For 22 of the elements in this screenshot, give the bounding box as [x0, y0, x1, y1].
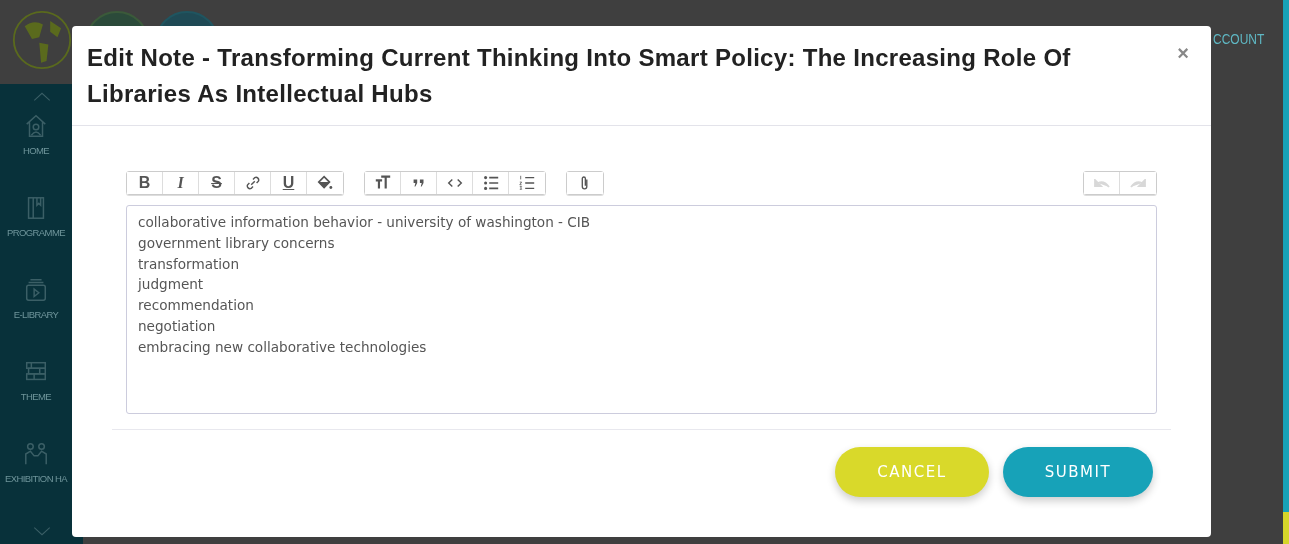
- undo-icon: [1093, 178, 1110, 188]
- bullet-list-icon: [481, 174, 500, 192]
- nav-item[interactable]: E-LIBRARY: [13, 309, 59, 320]
- paperclip-button[interactable]: [567, 172, 603, 194]
- globe-logo-icon: [12, 10, 72, 70]
- dialog-title: Edit Note - Transforming Current Thinking Into Smart Policy: The Increasing Role Of Libraries As Intellectual Hubs: [87, 43, 1072, 109]
- nav-item[interactable]: THEME: [20, 391, 52, 402]
- paint-bucket-icon: [316, 174, 334, 192]
- redo-icon: [1130, 178, 1146, 188]
- two-people-icon: [23, 441, 49, 467]
- play-screen-icon: [23, 277, 49, 303]
- house-icon: [23, 113, 49, 139]
- nav-item[interactable]: PROGRAMME: [7, 227, 65, 238]
- account-link[interactable]: CCOUNT: [1213, 30, 1265, 47]
- nav-item[interactable]: EXHIBITION HA: [5, 473, 67, 484]
- close-button[interactable]: ×: [1173, 42, 1193, 65]
- numbered-list-icon: [518, 174, 536, 192]
- text-editor-field[interactable]: collaborative information behavior - university of washington - CIB government library concerns transformation judgment recommendation negotiation embracing new collaborative technologies: [126, 205, 1157, 414]
- nav-item[interactable]: HOME: [22, 145, 50, 156]
- bold-button[interactable]: B: [127, 172, 163, 194]
- text-size-button[interactable]: [365, 172, 401, 194]
- submit-button[interactable]: SUBMIT: [1003, 447, 1153, 497]
